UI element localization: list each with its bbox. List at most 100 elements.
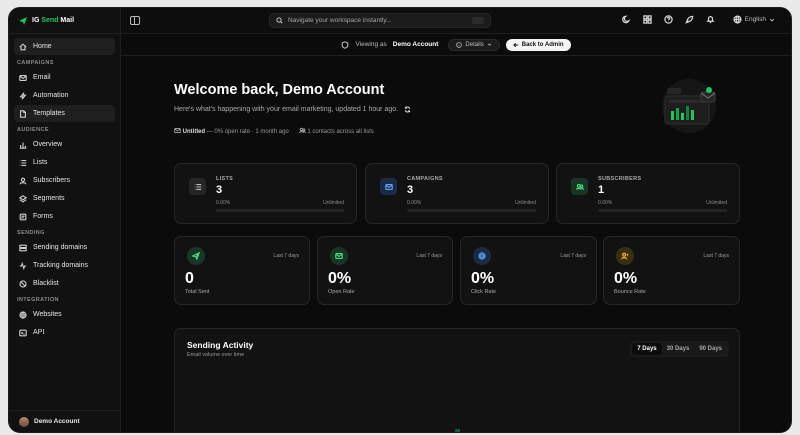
metric-card-open-rate[interactable]: Last 7 days 0% Open Rate (317, 236, 453, 305)
language-selector[interactable]: English (733, 15, 775, 24)
metric-period: Last 7 days (273, 253, 299, 259)
last-campaign-stats: — 0% open rate · 1 month ago (206, 129, 289, 135)
file-icon (20, 109, 26, 118)
arrow-left-icon (513, 42, 518, 47)
language-label: English (744, 16, 766, 23)
form-icon (19, 213, 27, 220)
sidebar-item-blacklist[interactable]: Blacklist (14, 275, 115, 292)
stat-percent: 0.00% (216, 200, 231, 206)
sidebar-toggle-icon[interactable] (130, 16, 140, 25)
last-campaign-name: Untitled (182, 129, 206, 135)
user-menu[interactable]: Demo Account (9, 410, 121, 432)
sidebar-item-segments[interactable]: Segments (14, 190, 115, 207)
keyboard-shortcut-icon (472, 17, 484, 24)
metric-period: Last 7 days (416, 253, 442, 259)
stat-limit: Unlimited (515, 200, 536, 206)
chevron-down-icon (769, 18, 775, 21)
sidebar-item-tracking-domains[interactable]: Tracking domains (14, 257, 115, 274)
sidebar-item-label: Templates (33, 110, 65, 117)
stat-card-campaigns[interactable]: CAMPAIGNS 3 0.00% Unlimited (365, 163, 549, 224)
page-title: Welcome back, Demo Account (174, 82, 385, 98)
target-icon (478, 252, 486, 260)
stat-limit: Unlimited (706, 200, 727, 206)
sidebar-item-templates[interactable]: Templates (14, 105, 115, 122)
search-input[interactable]: Navigate your workspace instantly... (269, 13, 491, 28)
send-icon (192, 252, 200, 260)
terminal-icon (19, 329, 27, 336)
sidebar-item-label: Lists (33, 159, 48, 166)
metric-value: 0% (614, 270, 638, 287)
metric-value: 0% (471, 270, 495, 287)
metric-period: Last 7 days (560, 253, 586, 259)
send-logo-icon (19, 16, 27, 25)
globe-icon (19, 310, 27, 319)
back-to-admin-button[interactable]: Back to Admin (505, 38, 571, 51)
brand-accent: Send (41, 17, 59, 24)
stat-value: 1 (598, 184, 605, 196)
tab-90-days[interactable]: 90 Days (694, 343, 727, 355)
sidebar-item-lists[interactable]: Lists (14, 154, 115, 171)
layers-icon (19, 194, 27, 202)
section-sending: SENDING (17, 230, 45, 236)
sidebar-item-home[interactable]: Home (14, 38, 115, 55)
viewing-account: Demo Account (392, 41, 439, 48)
stat-card-lists[interactable]: LISTS 3 0.00% Unlimited (174, 163, 357, 224)
rocket-icon[interactable] (684, 15, 694, 24)
sidebar-item-overview[interactable]: Overview (14, 136, 115, 153)
stat-label: LISTS (216, 176, 234, 182)
section-audience: AUDIENCE (17, 127, 49, 133)
sidebar: IG Send Mail Home CAMPAIGNS Email Automa… (9, 8, 121, 432)
sidebar-item-label: Home (33, 43, 52, 50)
sidebar-item-email[interactable]: Email (14, 69, 115, 86)
sidebar-item-sending-domains[interactable]: Sending domains (14, 239, 115, 256)
period-tabs: 7 Days 30 Days 90 Days (630, 341, 729, 357)
activity-icon (19, 261, 27, 270)
metric-value: 0 (185, 270, 194, 287)
users-icon (575, 183, 584, 190)
sending-activity-card: Sending Activity Email volume over time … (174, 328, 740, 432)
user-icon (19, 177, 27, 184)
sidebar-item-websites[interactable]: Websites (14, 306, 115, 323)
moon-icon[interactable] (621, 15, 631, 24)
stat-percent: 0.00% (407, 200, 422, 206)
tab-7-days[interactable]: 7 Days (632, 343, 662, 355)
mail-icon (19, 74, 27, 81)
stat-progress-bar (216, 209, 344, 212)
sidebar-item-subscribers[interactable]: Subscribers (14, 172, 115, 189)
refresh-icon[interactable] (404, 106, 411, 113)
details-button[interactable]: Details (448, 38, 500, 51)
sidebar-item-label: Websites (33, 311, 62, 318)
summary-meta: Untitled — 0% open rate · 1 month ago 1 … (174, 127, 374, 135)
sidebar-item-api[interactable]: API (14, 324, 115, 341)
app-window: IG Send Mail Home CAMPAIGNS Email Automa… (8, 7, 792, 433)
metric-card-click-rate[interactable]: Last 7 days 0% Click Rate (460, 236, 597, 305)
sidebar-nav: Home CAMPAIGNS Email Automation Template… (9, 34, 120, 346)
brand-suffix: Mail (60, 17, 75, 24)
brand-logo[interactable]: IG Send Mail (9, 8, 120, 34)
sidebar-item-label: API (33, 329, 45, 336)
ban-icon (19, 279, 27, 288)
topbar-actions: English (621, 15, 775, 24)
dashboard-main: Welcome back, Demo Account Here's what's… (121, 56, 791, 432)
sidebar-item-label: Overview (33, 141, 63, 148)
metric-card-bounce-rate[interactable]: Last 7 days 0% Bounce Rate (603, 236, 740, 305)
stat-card-subscribers[interactable]: SUBSCRIBERS 1 0.00% Unlimited (556, 163, 740, 224)
details-label: Details (465, 41, 484, 48)
stat-label: CAMPAIGNS (407, 176, 443, 182)
section-campaigns: CAMPAIGNS (17, 60, 54, 66)
sidebar-item-automation[interactable]: Automation (14, 87, 115, 104)
metric-card-total-sent[interactable]: Last 7 days 0 Total Sent (174, 236, 310, 305)
mail-open-icon (335, 253, 343, 259)
impersonation-bar: Viewing as Demo Account Details Back to … (121, 34, 791, 56)
sidebar-item-label: Segments (33, 195, 65, 202)
help-icon[interactable] (663, 15, 673, 24)
grid-icon[interactable] (642, 15, 652, 24)
contacts-summary: 1 contacts across all lists (307, 129, 374, 135)
stat-percent: 0.00% (598, 200, 613, 206)
sidebar-item-label: Sending domains (33, 244, 88, 251)
tab-30-days[interactable]: 30 Days (662, 343, 695, 355)
home-icon (19, 42, 27, 50)
bell-icon[interactable] (706, 15, 715, 24)
sidebar-item-forms[interactable]: Forms (14, 208, 115, 225)
list-icon (194, 183, 201, 190)
